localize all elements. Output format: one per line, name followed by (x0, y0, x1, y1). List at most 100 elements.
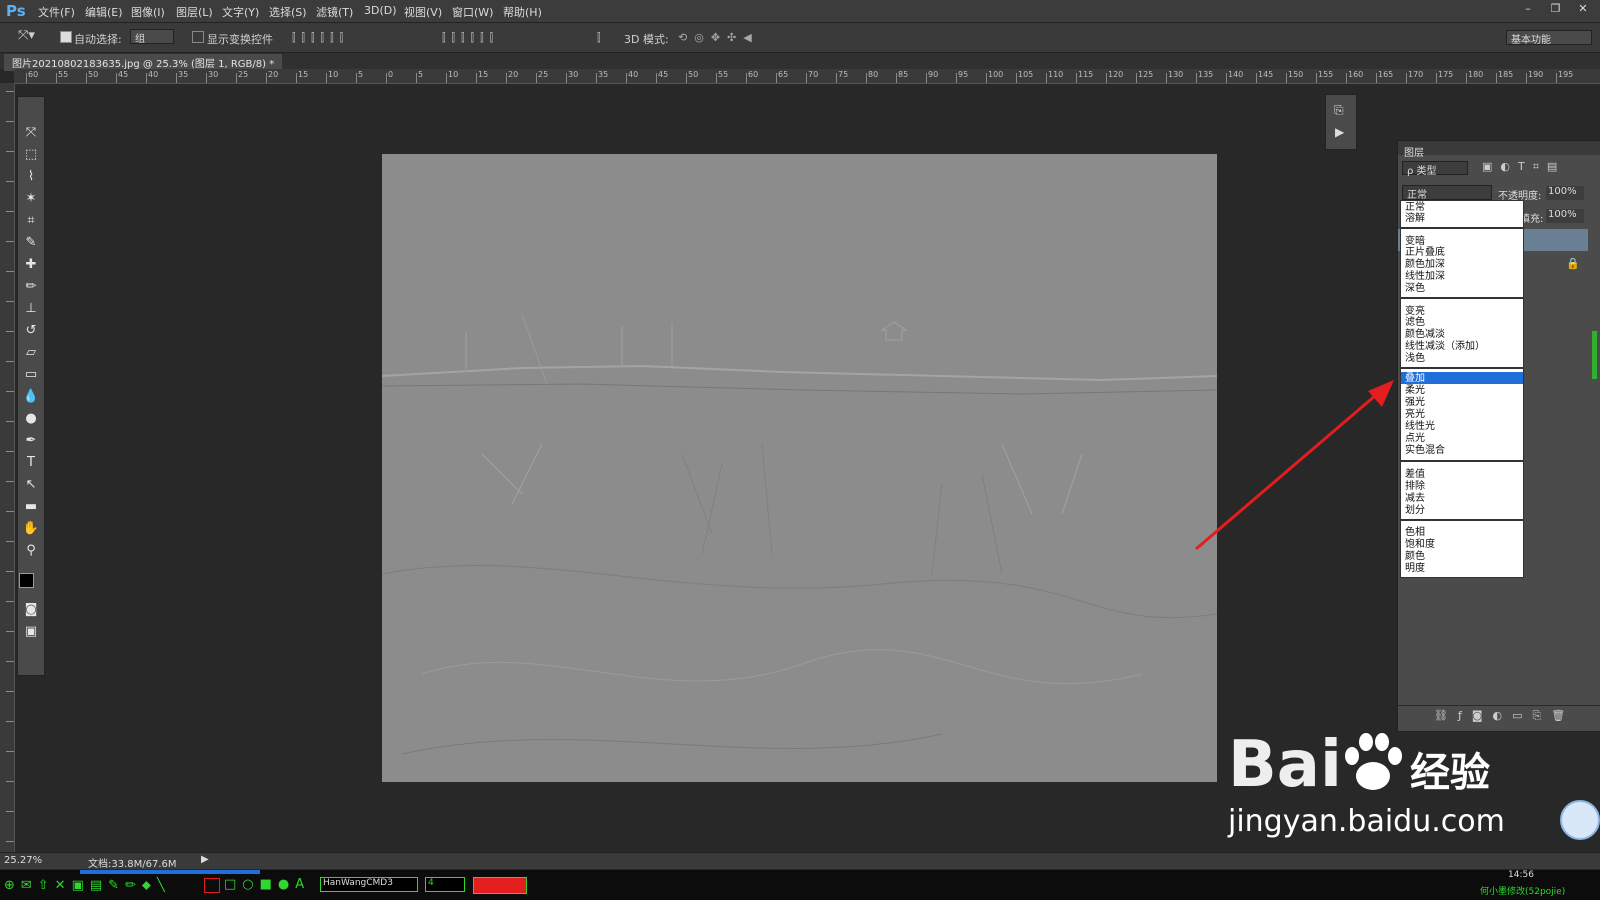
fill-field[interactable]: 100% (1546, 209, 1584, 223)
magic-wand-icon[interactable]: ✶ (22, 191, 40, 207)
zoom-tool-icon[interactable]: ⚲ (22, 543, 40, 559)
opacity-field[interactable]: 100% (1546, 186, 1584, 200)
lasso-tool-icon[interactable]: ⌇ (22, 169, 40, 185)
layers-panel-title[interactable]: 图层 (1404, 144, 1424, 159)
quick-mask-icon[interactable]: ◙ (22, 602, 40, 618)
menu-layer[interactable]: 图层(L) (176, 4, 213, 20)
menu-type[interactable]: 文字(Y) (222, 4, 259, 20)
brush-tool-icon[interactable]: ✏ (22, 279, 40, 295)
blend-hard-light[interactable]: 强光 (1405, 397, 1425, 408)
ruler-tick-label: 80 (868, 70, 879, 79)
auto-align-icon[interactable]: ⫿ (597, 31, 601, 45)
blend-normal[interactable]: 正常 (1405, 202, 1425, 213)
actions-play-icon[interactable]: ▶ (1335, 125, 1344, 139)
ruler-tick-mark (116, 73, 117, 83)
panel-scrollbar[interactable] (1592, 331, 1597, 379)
hand-tool-icon[interactable]: ✋ (22, 521, 40, 537)
type-tool-icon[interactable]: T (22, 455, 40, 471)
blend-color[interactable]: 颜色 (1405, 551, 1425, 562)
move-tool-icon[interactable]: ⤧▾ (18, 28, 35, 43)
menu-file[interactable]: 文件(F) (38, 4, 75, 20)
menu-window[interactable]: 窗口(W) (452, 4, 493, 20)
blend-multiply[interactable]: 正片叠底 (1405, 247, 1445, 258)
move-tool-icon[interactable]: ⤧ (22, 125, 40, 141)
show-transform-checkbox[interactable] (192, 31, 204, 43)
layer-filter-icons[interactable]: ▣◐T⌗▤ (1482, 160, 1565, 174)
blend-darker-color[interactable]: 深色 (1405, 283, 1425, 294)
minimize-icon[interactable]: – (1519, 2, 1537, 16)
color-selector[interactable] (473, 877, 527, 894)
clone-stamp-icon[interactable]: ⊥ (22, 301, 40, 317)
assistant-avatar[interactable] (1560, 800, 1600, 840)
blend-luminosity[interactable]: 明度 (1405, 563, 1425, 574)
drawing-tool-icons[interactable]: ⊕✉⇧✕▣▤✎✏⬥╲ (4, 878, 171, 893)
blend-vivid-light[interactable]: 亮光 (1405, 409, 1425, 420)
screen-mode-icon[interactable]: ▣ (22, 624, 40, 640)
blend-color-burn[interactable]: 颜色加深 (1405, 259, 1445, 270)
blend-lighter-color[interactable]: 浅色 (1405, 353, 1425, 364)
layers-footer-icons[interactable]: ⛓ƒ◙◐▭⎘🗑 (1434, 709, 1575, 723)
gradient-tool-icon[interactable]: ▭ (22, 367, 40, 383)
menu-view[interactable]: 视图(V) (404, 4, 442, 20)
layer-filter-dropdown[interactable]: ρ 类型 (1402, 161, 1468, 177)
blend-divide[interactable]: 划分 (1405, 505, 1425, 516)
blend-linear-light[interactable]: 线性光 (1405, 421, 1435, 432)
auto-select-checkbox[interactable] (60, 31, 72, 43)
blend-mode-dropdown[interactable]: 正常 (1402, 185, 1492, 201)
collapsed-panel-dock: ⎘ ▶ (1325, 94, 1357, 150)
history-panel-icon[interactable]: ⎘ (1334, 103, 1344, 118)
close-icon[interactable]: ✕ (1574, 2, 1592, 16)
history-brush-icon[interactable]: ↺ (22, 323, 40, 339)
eraser-icon[interactable]: ▱ (22, 345, 40, 361)
blend-darken[interactable]: 变暗 (1405, 236, 1425, 247)
blend-hard-mix[interactable]: 实色混合 (1405, 445, 1445, 456)
marquee-tool-icon[interactable]: ⬚ (22, 147, 40, 163)
rect-tool-selected-icon[interactable] (204, 878, 220, 893)
blur-tool-icon[interactable]: 💧 (22, 389, 40, 405)
blend-subtract[interactable]: 减去 (1405, 493, 1425, 504)
status-menu-arrow-icon[interactable]: ▶ (201, 854, 209, 865)
path-select-icon[interactable]: ↖ (22, 477, 40, 493)
shape-tool-icons[interactable]: □○■●A (224, 877, 310, 892)
auto-select-dropdown[interactable]: 组 (130, 29, 174, 45)
blend-linear-dodge[interactable]: 线性减淡（添加） (1405, 341, 1485, 352)
menu-filter[interactable]: 滤镜(T) (316, 4, 353, 20)
blend-pin-light[interactable]: 点光 (1405, 433, 1425, 444)
foreground-color-swatch[interactable] (19, 573, 34, 588)
menu-3d[interactable]: 3D(D) (364, 4, 397, 17)
pen-tool-icon[interactable]: ✒ (22, 433, 40, 449)
ruler-tick-label: 175 (1438, 70, 1454, 79)
blend-screen[interactable]: 滤色 (1405, 317, 1425, 328)
blend-overlay[interactable]: 叠加 (1405, 373, 1425, 384)
blend-dissolve[interactable]: 溶解 (1405, 213, 1425, 224)
blend-hue[interactable]: 色相 (1405, 527, 1425, 538)
size-selector[interactable]: 4 (425, 877, 465, 892)
crop-tool-icon[interactable]: ⌗ (22, 213, 40, 229)
blend-linear-burn[interactable]: 线性加深 (1405, 271, 1445, 282)
menu-image[interactable]: 图像(I) (131, 4, 165, 20)
menu-select[interactable]: 选择(S) (269, 4, 307, 20)
blend-lighten[interactable]: 变亮 (1405, 306, 1425, 317)
font-selector[interactable]: HanWangCMD3 (320, 877, 418, 892)
3d-mode-icons[interactable]: ⟲◎✥✣◀ (678, 31, 759, 44)
dodge-tool-icon[interactable]: ● (22, 411, 40, 427)
blend-difference[interactable]: 差值 (1405, 469, 1425, 480)
healing-brush-icon[interactable]: ✚ (22, 257, 40, 273)
menu-help[interactable]: 帮助(H) (503, 4, 542, 20)
eyedropper-icon[interactable]: ✎ (22, 235, 40, 251)
menu-edit[interactable]: 编辑(E) (85, 4, 123, 20)
blend-saturation[interactable]: 饱和度 (1405, 539, 1435, 550)
red-arrow-annotation (1195, 380, 1394, 551)
zoom-level[interactable]: 25.27% (4, 855, 42, 866)
blend-soft-light[interactable]: 柔光 (1405, 385, 1425, 396)
restore-icon[interactable]: ❐ (1547, 2, 1565, 16)
blend-color-dodge[interactable]: 颜色减淡 (1405, 329, 1445, 340)
align-buttons-icon[interactable]: ⫿⫿⫿⫿⫿⫿ (292, 31, 349, 45)
document-canvas[interactable] (382, 154, 1217, 782)
distribute-buttons-icon[interactable]: ⫿⫿⫿⫿⫿⫿ (442, 31, 499, 45)
workspace-dropdown[interactable]: 基本功能 (1506, 30, 1592, 46)
blend-exclusion[interactable]: 排除 (1405, 481, 1425, 492)
ruler-tick-label: 20 (508, 70, 519, 79)
ruler-tick-mark (1136, 73, 1137, 83)
shape-tool-icon[interactable]: ▬ (22, 499, 40, 515)
